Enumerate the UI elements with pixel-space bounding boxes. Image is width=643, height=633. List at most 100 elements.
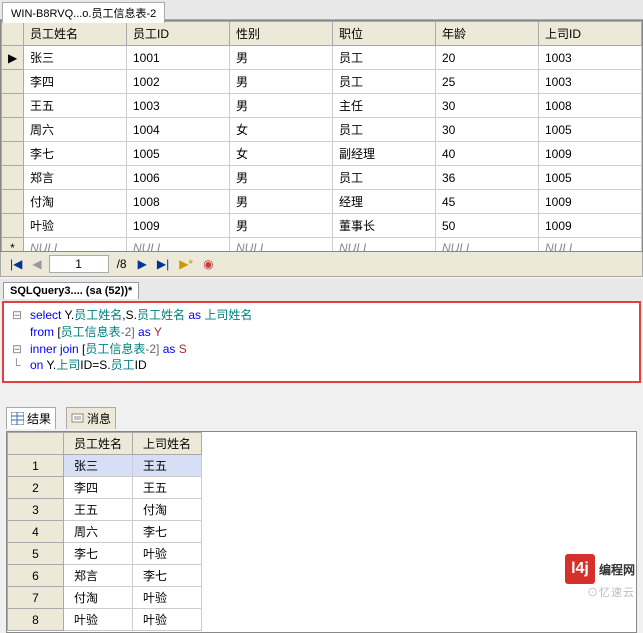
result-row[interactable]: 4 周六 李七: [8, 521, 202, 543]
result-cell-boss[interactable]: 李七: [133, 521, 202, 543]
cell-sex[interactable]: 男: [230, 166, 333, 190]
table-row[interactable]: 周六 1004 女 员工 30 1005: [2, 118, 642, 142]
result-row-number[interactable]: 1: [8, 455, 64, 477]
result-cell-boss[interactable]: 李七: [133, 565, 202, 587]
result-row[interactable]: 5 李七 叶验: [8, 543, 202, 565]
cell-boss[interactable]: 1009: [539, 214, 642, 238]
cell-sex[interactable]: 男: [230, 214, 333, 238]
cell-name[interactable]: 叶验: [24, 214, 127, 238]
cell-name[interactable]: 付淘: [24, 190, 127, 214]
nav-first-button[interactable]: |◀: [7, 257, 25, 271]
table-row[interactable]: 李七 1005 女 副经理 40 1009: [2, 142, 642, 166]
cell-age[interactable]: 25: [436, 70, 539, 94]
cell-pos[interactable]: 主任: [333, 94, 436, 118]
cell-id[interactable]: 1009: [127, 214, 230, 238]
cell-sex[interactable]: 女: [230, 142, 333, 166]
table-row[interactable]: 付淘 1008 男 经理 45 1009: [2, 190, 642, 214]
cell-pos[interactable]: 经理: [333, 190, 436, 214]
row-selector[interactable]: *: [2, 238, 24, 253]
cell-age[interactable]: 30: [436, 94, 539, 118]
result-cell-name[interactable]: 周六: [64, 521, 133, 543]
cell-name[interactable]: NULL: [24, 238, 127, 253]
result-col-boss[interactable]: 上司姓名: [133, 433, 202, 455]
col-boss[interactable]: 上司ID: [539, 22, 642, 46]
table-row[interactable]: 王五 1003 男 主任 30 1008: [2, 94, 642, 118]
result-cell-name[interactable]: 郑言: [64, 565, 133, 587]
result-cell-name[interactable]: 李四: [64, 477, 133, 499]
cell-sex[interactable]: 男: [230, 46, 333, 70]
result-col-name[interactable]: 员工姓名: [64, 433, 133, 455]
result-cell-boss[interactable]: 叶验: [133, 609, 202, 631]
col-name[interactable]: 员工姓名: [24, 22, 127, 46]
cell-sex[interactable]: 女: [230, 118, 333, 142]
table-tab[interactable]: WIN-B8RVQ...o.员工信息表-2: [2, 2, 165, 23]
table-row[interactable]: ▶ 张三 1001 男 员工 20 1003: [2, 46, 642, 70]
col-age[interactable]: 年龄: [436, 22, 539, 46]
result-row[interactable]: 3 王五 付淘: [8, 499, 202, 521]
result-cell-name[interactable]: 王五: [64, 499, 133, 521]
result-row[interactable]: 7 付淘 叶验: [8, 587, 202, 609]
cell-id[interactable]: 1008: [127, 190, 230, 214]
row-selector[interactable]: [2, 142, 24, 166]
cell-id[interactable]: 1001: [127, 46, 230, 70]
result-row[interactable]: 6 郑言 李七: [8, 565, 202, 587]
nav-play-button[interactable]: ▶*: [176, 257, 196, 271]
cell-name[interactable]: 李七: [24, 142, 127, 166]
cell-boss[interactable]: 1009: [539, 190, 642, 214]
table-row[interactable]: * NULL NULL NULL NULL NULL NULL: [2, 238, 642, 253]
nav-last-button[interactable]: ▶|: [154, 257, 172, 271]
cell-boss[interactable]: NULL: [539, 238, 642, 253]
cell-name[interactable]: 王五: [24, 94, 127, 118]
result-cell-boss[interactable]: 叶验: [133, 587, 202, 609]
cell-age[interactable]: 36: [436, 166, 539, 190]
cell-boss[interactable]: 1008: [539, 94, 642, 118]
cell-pos[interactable]: NULL: [333, 238, 436, 253]
result-cell-name[interactable]: 李七: [64, 543, 133, 565]
result-row-number[interactable]: 8: [8, 609, 64, 631]
cell-name[interactable]: 周六: [24, 118, 127, 142]
result-cell-boss[interactable]: 王五: [133, 477, 202, 499]
result-row-number[interactable]: 3: [8, 499, 64, 521]
table-row[interactable]: 李四 1002 男 员工 25 1003: [2, 70, 642, 94]
nav-current-input[interactable]: [49, 255, 109, 273]
nav-prev-button[interactable]: ◀: [29, 257, 44, 271]
cell-name[interactable]: 郑言: [24, 166, 127, 190]
result-row-number[interactable]: 5: [8, 543, 64, 565]
row-selector[interactable]: [2, 70, 24, 94]
col-id[interactable]: 员工ID: [127, 22, 230, 46]
cell-boss[interactable]: 1005: [539, 166, 642, 190]
row-selector[interactable]: [2, 166, 24, 190]
cell-pos[interactable]: 副经理: [333, 142, 436, 166]
cell-boss[interactable]: 1003: [539, 46, 642, 70]
cell-id[interactable]: NULL: [127, 238, 230, 253]
cell-pos[interactable]: 员工: [333, 70, 436, 94]
result-row[interactable]: 8 叶验 叶验: [8, 609, 202, 631]
cell-age[interactable]: 40: [436, 142, 539, 166]
col-pos[interactable]: 职位: [333, 22, 436, 46]
results-tab[interactable]: 结果: [6, 407, 56, 429]
result-row-number[interactable]: 2: [8, 477, 64, 499]
result-row[interactable]: 2 李四 王五: [8, 477, 202, 499]
cell-pos[interactable]: 员工: [333, 46, 436, 70]
cell-pos[interactable]: 员工: [333, 118, 436, 142]
query-result-grid[interactable]: 员工姓名 上司姓名 1 张三 王五2 李四 王五3 王五 付淘4 周六 李七5 …: [6, 431, 637, 633]
col-sex[interactable]: 性别: [230, 22, 333, 46]
cell-age[interactable]: 20: [436, 46, 539, 70]
cell-name[interactable]: 李四: [24, 70, 127, 94]
result-cell-boss[interactable]: 王五: [133, 455, 202, 477]
cell-boss[interactable]: 1009: [539, 142, 642, 166]
result-cell-boss[interactable]: 叶验: [133, 543, 202, 565]
result-row[interactable]: 1 张三 王五: [8, 455, 202, 477]
query-tab[interactable]: SQLQuery3.... (sa (52))*: [3, 282, 139, 299]
row-selector[interactable]: [2, 214, 24, 238]
result-row-number[interactable]: 4: [8, 521, 64, 543]
cell-sex[interactable]: NULL: [230, 238, 333, 253]
row-selector[interactable]: ▶: [2, 46, 24, 70]
result-row-number[interactable]: 7: [8, 587, 64, 609]
cell-id[interactable]: 1004: [127, 118, 230, 142]
table-row[interactable]: 郑言 1006 男 员工 36 1005: [2, 166, 642, 190]
cell-age[interactable]: 50: [436, 214, 539, 238]
cell-id[interactable]: 1002: [127, 70, 230, 94]
cell-age[interactable]: 30: [436, 118, 539, 142]
employee-data-grid[interactable]: 员工姓名 员工ID 性别 职位 年龄 上司ID ▶ 张三 1001 男 员工 2…: [0, 20, 643, 252]
